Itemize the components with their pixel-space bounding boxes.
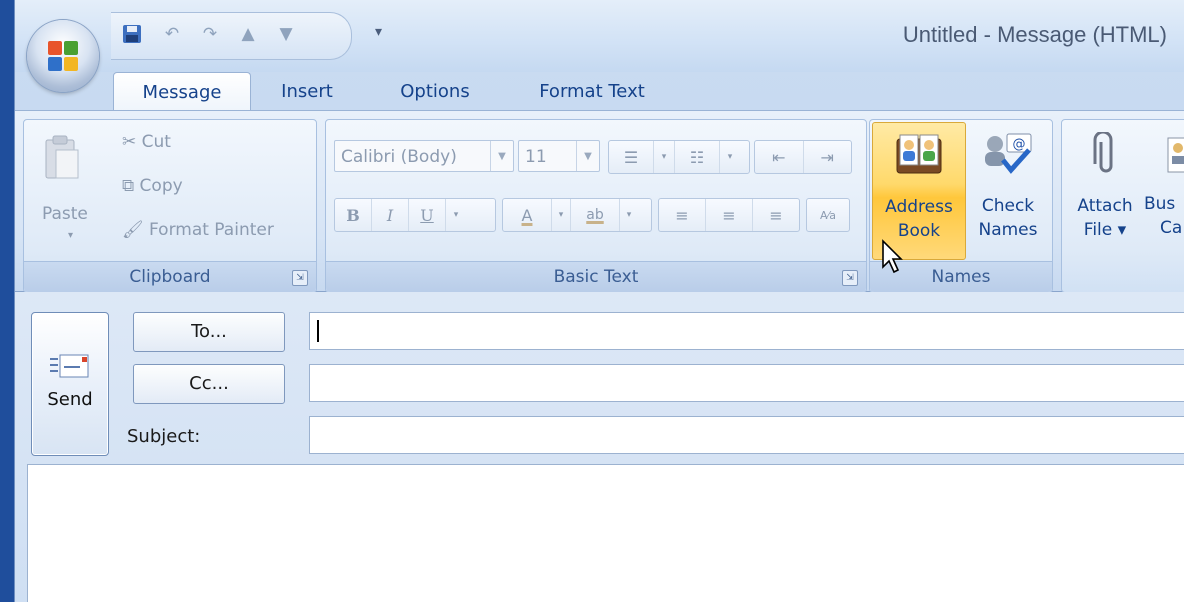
tab-options[interactable]: Options xyxy=(387,72,483,112)
text-caret xyxy=(317,320,319,342)
font-color-button[interactable]: A xyxy=(503,199,552,231)
business-card-button[interactable]: Bus Ca xyxy=(1142,122,1184,258)
copy-icon: ⧉ xyxy=(122,176,135,196)
numbering-icon[interactable]: ☷ xyxy=(675,141,720,173)
check-names-icon: @ xyxy=(981,130,1035,176)
address-book-label-line1: Address xyxy=(885,197,953,217)
list-buttons: ☰ ▾ ☷ ▾ xyxy=(608,140,750,174)
office-logo-icon xyxy=(48,41,78,71)
svg-text:@: @ xyxy=(1013,137,1026,152)
ribbon: Paste ▾ ✂ Cut ⧉ Copy 🖌 Format Painter Cl… xyxy=(15,110,1184,293)
decrease-indent-icon[interactable]: ⇤ xyxy=(755,141,804,173)
highlight-button[interactable]: ab xyxy=(571,199,620,231)
attach-file-button[interactable]: Attach File ▾ xyxy=(1068,122,1142,258)
redo-icon[interactable]: ↷ xyxy=(199,23,221,45)
customize-qat-icon[interactable]: ▾ xyxy=(375,24,382,40)
chevron-down-icon[interactable]: ▾ xyxy=(654,141,675,173)
tab-format-text[interactable]: Format Text xyxy=(527,72,657,112)
clipboard-group-label: Clipboard xyxy=(24,261,316,292)
bullets-icon[interactable]: ☰ xyxy=(609,141,654,173)
basic-text-launcher-icon[interactable]: ⇲ xyxy=(842,270,858,286)
next-item-icon[interactable]: ▼ xyxy=(275,23,297,45)
check-names-label-line2: Names xyxy=(978,220,1038,240)
send-envelope-icon xyxy=(50,351,90,383)
chevron-down-icon[interactable]: ▾ xyxy=(552,199,571,231)
office-button[interactable] xyxy=(27,20,99,92)
chevron-down-icon[interactable]: ▾ xyxy=(446,199,466,231)
chevron-down-icon: ▼ xyxy=(576,141,599,171)
send-button[interactable]: Send xyxy=(31,312,109,456)
paperclip-icon xyxy=(1093,130,1117,176)
quick-access-toolbar: ↶ ↷ ▲ ▼ xyxy=(111,12,352,60)
attach-file-label-line1: Attach xyxy=(1077,196,1133,216)
format-painter-button[interactable]: 🖌 Format Painter xyxy=(122,220,274,240)
font-name-value: Calibri (Body) xyxy=(341,147,457,167)
mouse-pointer-icon xyxy=(881,239,905,279)
color-buttons: A ▾ ab ▾ xyxy=(502,198,652,232)
paste-dropdown-icon[interactable]: ▾ xyxy=(68,230,73,241)
chevron-down-icon[interactable]: ▾ xyxy=(620,199,638,231)
font-name-combo[interactable]: Calibri (Body) ▼ xyxy=(334,140,514,172)
alignment-buttons: ≡ ≡ ≡ xyxy=(658,198,800,232)
check-names-button[interactable]: @ Check Names xyxy=(968,122,1048,258)
align-left-icon[interactable]: ≡ xyxy=(659,199,706,231)
basic-text-group: Calibri (Body) ▼ 11 ▼ ☰ ▾ ☷ ▾ ⇤ ⇥ B I U xyxy=(325,119,867,293)
undo-icon[interactable]: ↶ xyxy=(161,23,183,45)
check-names-label-line1: Check xyxy=(981,196,1035,216)
address-book-icon xyxy=(895,131,943,177)
font-style-buttons: B I U ▾ xyxy=(334,198,496,232)
indent-buttons: ⇤ ⇥ xyxy=(754,140,852,174)
paste-button[interactable]: Paste xyxy=(42,204,88,224)
subject-label: Subject: xyxy=(127,426,201,447)
previous-item-icon[interactable]: ▲ xyxy=(237,23,259,45)
to-button[interactable]: To... xyxy=(133,312,285,352)
underline-button[interactable]: U xyxy=(409,199,446,231)
message-body[interactable] xyxy=(27,464,1184,602)
outlook-message-window: ↶ ↷ ▲ ▼ ▾ Untitled - Message (HTML) Mess… xyxy=(14,0,1184,602)
business-card-icon xyxy=(1162,134,1184,174)
chevron-down-icon[interactable]: ▾ xyxy=(720,141,740,173)
paste-icon xyxy=(44,134,80,182)
attach-file-label-line2: File ▾ xyxy=(1083,220,1127,240)
increase-indent-icon[interactable]: ⇥ xyxy=(804,141,852,173)
chevron-down-icon: ▼ xyxy=(490,141,513,171)
align-right-icon[interactable]: ≡ xyxy=(753,199,799,231)
save-icon[interactable] xyxy=(121,23,143,45)
message-form: Send To... Cc... Subject: xyxy=(15,292,1184,602)
subject-field[interactable] xyxy=(309,416,1184,454)
bold-button[interactable]: B xyxy=(335,199,372,231)
scissors-icon: ✂ xyxy=(122,132,137,152)
cc-button[interactable]: Cc... xyxy=(133,364,285,404)
cc-field[interactable] xyxy=(309,364,1184,402)
format-painter-label: Format Painter xyxy=(149,220,274,240)
copy-button[interactable]: ⧉ Copy xyxy=(122,176,183,196)
styles-icon[interactable]: A⁄a xyxy=(807,199,849,231)
cut-button[interactable]: ✂ Cut xyxy=(122,132,171,152)
clipboard-launcher-icon[interactable]: ⇲ xyxy=(292,270,308,286)
tab-insert[interactable]: Insert xyxy=(267,72,347,112)
clipboard-group: Paste ▾ ✂ Cut ⧉ Copy 🖌 Format Painter Cl… xyxy=(23,119,317,293)
business-card-label-line2: Ca xyxy=(1160,218,1183,238)
include-group: Attach File ▾ Bus Ca xyxy=(1061,119,1184,293)
font-size-combo[interactable]: 11 ▼ xyxy=(518,140,600,172)
window-title: Untitled - Message (HTML) xyxy=(902,22,1167,47)
tab-message[interactable]: Message xyxy=(113,72,251,113)
to-field[interactable] xyxy=(309,312,1184,350)
font-size-value: 11 xyxy=(525,147,547,167)
copy-label: Copy xyxy=(139,176,183,196)
business-card-label-line1: Bus xyxy=(1144,194,1176,214)
title-bar: ↶ ↷ ▲ ▼ ▾ Untitled - Message (HTML) xyxy=(15,0,1184,72)
send-label: Send xyxy=(47,389,93,410)
italic-button[interactable]: I xyxy=(372,199,409,231)
cut-label: Cut xyxy=(141,132,171,152)
basic-text-group-label: Basic Text xyxy=(326,261,866,292)
styles-button-wrap: A⁄a xyxy=(806,198,850,232)
brush-icon: 🖌 xyxy=(122,220,144,240)
align-center-icon[interactable]: ≡ xyxy=(706,199,753,231)
